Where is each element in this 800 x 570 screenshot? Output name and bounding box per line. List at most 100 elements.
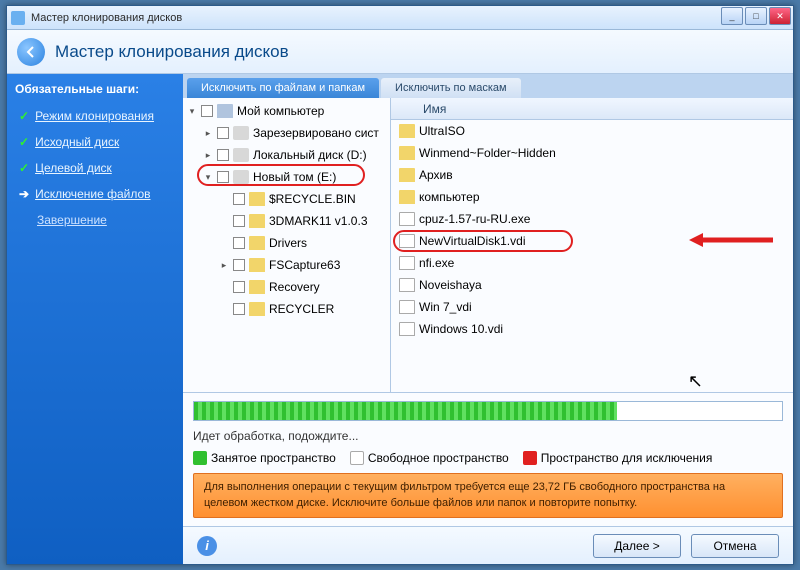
tree-row[interactable]: Drivers xyxy=(183,232,390,254)
list-row[interactable]: Winmend~Folder~Hidden xyxy=(391,142,793,164)
legend-excluded: Пространство для исключения xyxy=(523,451,713,465)
list-row[interactable]: компьютер xyxy=(391,186,793,208)
list-row[interactable]: cpuz-1.57-ru-RU.exe xyxy=(391,208,793,230)
step-label: Исходный диск xyxy=(35,135,119,149)
tab-exclude-by-masks[interactable]: Исключить по маскам xyxy=(381,78,521,98)
info-button[interactable]: i xyxy=(197,536,217,556)
tree-row[interactable]: 3DMARK11 v1.0.3 xyxy=(183,210,390,232)
list-label: Windows 10.vdi xyxy=(419,322,503,336)
maximize-button[interactable]: □ xyxy=(745,7,767,25)
tree-row[interactable]: ▸FSCapture63 xyxy=(183,254,390,276)
swatch-icon xyxy=(523,451,537,465)
next-button[interactable]: Далее > xyxy=(593,534,681,558)
wizard-header: Мастер клонирования дисков xyxy=(7,30,793,74)
tree-row[interactable]: $RECYCLE.BIN xyxy=(183,188,390,210)
list-label: nfi.exe xyxy=(419,256,454,270)
step-target-disk[interactable]: ✓ Целевой диск xyxy=(15,156,175,180)
tree-label: Drivers xyxy=(269,236,307,250)
tree-row[interactable]: ▸Локальный диск (D:) xyxy=(183,144,390,166)
window-buttons: _ □ ✕ xyxy=(721,7,791,25)
list-row[interactable]: UltraISO xyxy=(391,120,793,142)
back-arrow-icon xyxy=(24,45,38,59)
checkbox[interactable] xyxy=(217,127,229,139)
checkbox[interactable] xyxy=(233,215,245,227)
page-title: Мастер клонирования дисков xyxy=(55,42,289,62)
close-button[interactable]: ✕ xyxy=(769,7,791,25)
folder-icon xyxy=(249,302,265,316)
tab-exclude-by-files[interactable]: Исключить по файлам и папкам xyxy=(187,78,379,98)
sidebar-heading: Обязательные шаги: xyxy=(15,82,175,96)
list-label: компьютер xyxy=(419,190,480,204)
expander-icon[interactable]: ▸ xyxy=(219,260,229,271)
cancel-button[interactable]: Отмена xyxy=(691,534,779,558)
list-label: Winmend~Folder~Hidden xyxy=(419,146,556,160)
step-label: Завершение xyxy=(37,213,107,227)
folder-icon xyxy=(249,280,265,294)
step-label: Режим клонирования xyxy=(35,109,154,123)
checkbox[interactable] xyxy=(233,193,245,205)
panels: ▾Мой компьютер▸Зарезервировано сист▸Лока… xyxy=(183,98,793,392)
list-row[interactable]: Windows 10.vdi xyxy=(391,318,793,340)
step-source-disk[interactable]: ✓ Исходный диск xyxy=(15,130,175,154)
folder-icon xyxy=(399,168,415,182)
expander-icon[interactable]: ▸ xyxy=(203,150,213,161)
file-icon xyxy=(399,234,415,248)
tree-row[interactable]: Recovery xyxy=(183,276,390,298)
legend-label: Пространство для исключения xyxy=(541,451,713,465)
file-icon xyxy=(399,278,415,292)
back-button[interactable] xyxy=(17,38,45,66)
file-icon xyxy=(399,322,415,336)
legend: Занятое пространство Свободное пространс… xyxy=(193,451,783,465)
tree-row[interactable]: ▾Мой компьютер xyxy=(183,100,390,122)
status-text: Идет обработка, подождите... xyxy=(193,429,783,443)
tree-row[interactable]: ▸Зарезервировано сист xyxy=(183,122,390,144)
legend-used: Занятое пространство xyxy=(193,451,336,465)
folder-tree[interactable]: ▾Мой компьютер▸Зарезервировано сист▸Лока… xyxy=(183,98,391,392)
list-row[interactable]: Noveishaya xyxy=(391,274,793,296)
checkbox[interactable] xyxy=(233,259,245,271)
app-icon xyxy=(11,11,25,25)
list-row[interactable]: Архив xyxy=(391,164,793,186)
expander-icon[interactable]: ▾ xyxy=(187,106,197,117)
list-row[interactable]: NewVirtualDisk1.vdi xyxy=(391,230,793,252)
expander-icon[interactable]: ▸ xyxy=(203,128,213,139)
list-label: UltraISO xyxy=(419,124,465,138)
expander-icon[interactable]: ▾ xyxy=(203,172,213,183)
arrow-right-icon: ➔ xyxy=(19,187,29,201)
step-label: Целевой диск xyxy=(35,161,112,175)
file-icon xyxy=(399,212,415,226)
file-list-panel: Имя UltraISO Winmend~Folder~Hidden Архив ко… xyxy=(391,98,793,392)
step-clone-mode[interactable]: ✓ Режим клонирования xyxy=(15,104,175,128)
step-exclude-files[interactable]: ➔ Исключение файлов xyxy=(15,182,175,206)
list-label: NewVirtualDisk1.vdi xyxy=(419,234,525,248)
progress-area: Идет обработка, подождите... Занятое про… xyxy=(183,392,793,526)
steps-sidebar: Обязательные шаги: ✓ Режим клонирования … xyxy=(7,74,183,564)
checkbox[interactable] xyxy=(217,149,229,161)
checkbox[interactable] xyxy=(201,105,213,117)
swatch-icon xyxy=(193,451,207,465)
list-row[interactable]: nfi.exe xyxy=(391,252,793,274)
folder-icon xyxy=(249,236,265,250)
tree-row[interactable]: RECYCLER xyxy=(183,298,390,320)
list-row[interactable]: Win 7_vdi xyxy=(391,296,793,318)
folder-icon xyxy=(399,146,415,160)
progress-bar xyxy=(193,401,783,421)
list-label: Архив xyxy=(419,168,453,182)
legend-label: Свободное пространство xyxy=(368,451,509,465)
tree-row[interactable]: ▾ Новый том (E:) xyxy=(183,166,390,188)
checkbox[interactable] xyxy=(217,171,229,183)
list-column-name[interactable]: Имя xyxy=(391,98,793,120)
checkbox[interactable] xyxy=(233,303,245,315)
file-list[interactable]: UltraISO Winmend~Folder~Hidden Архив компью… xyxy=(391,120,793,392)
tree-label: RECYCLER xyxy=(269,302,334,316)
tree-label: Новый том (E:) xyxy=(253,170,336,184)
folder-icon xyxy=(399,124,415,138)
checkbox[interactable] xyxy=(233,237,245,249)
disk-icon xyxy=(233,148,249,162)
step-finish[interactable]: Завершение xyxy=(15,208,175,232)
folder-icon xyxy=(399,190,415,204)
titlebar[interactable]: Мастер клонирования дисков _ □ ✕ xyxy=(7,6,793,30)
minimize-button[interactable]: _ xyxy=(721,7,743,25)
checkbox[interactable] xyxy=(233,281,245,293)
tree-label: Recovery xyxy=(269,280,320,294)
